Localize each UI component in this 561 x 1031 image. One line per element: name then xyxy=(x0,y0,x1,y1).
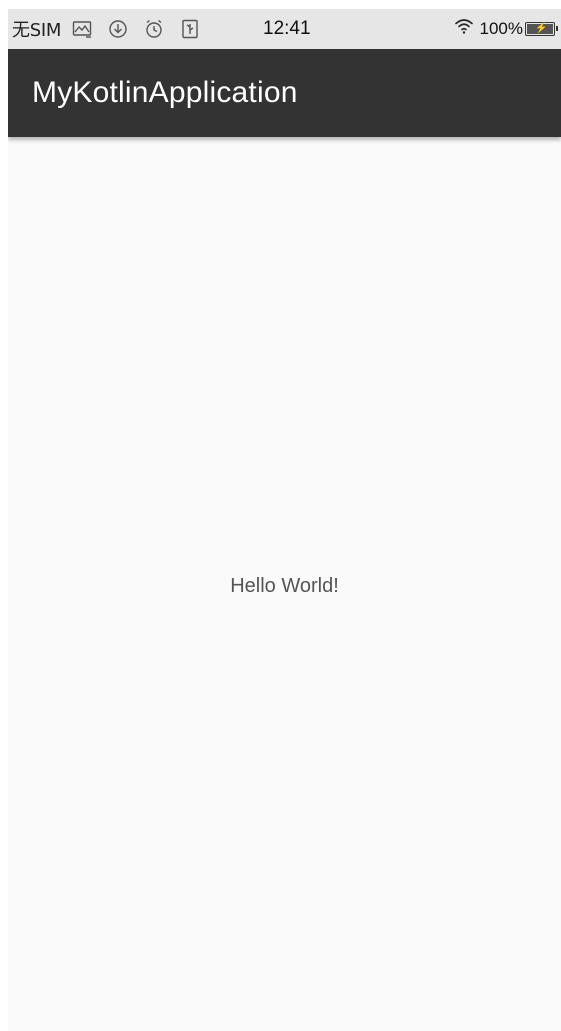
battery-percentage: 100% xyxy=(479,18,523,38)
usb-icon xyxy=(179,18,201,40)
carrier-label: 无SIM xyxy=(12,20,62,41)
hello-text: Hello World! xyxy=(230,575,339,597)
main-content: Hello World! xyxy=(8,137,561,1031)
alarm-icon xyxy=(143,18,165,40)
battery-icon: ⚡ xyxy=(525,21,558,36)
wifi-icon xyxy=(454,17,474,40)
app-title: MyKotlinApplication xyxy=(32,76,298,109)
app-bar: MyKotlinApplication xyxy=(8,49,561,137)
gallery-icon xyxy=(71,18,93,40)
status-right: 100% ⚡ xyxy=(454,17,558,40)
status-left: 无SIM xyxy=(8,16,215,42)
charging-bolt-icon: ⚡ xyxy=(535,22,548,34)
download-icon xyxy=(107,18,129,40)
status-bar: 无SIM 12:41 100% ⚡ xyxy=(8,9,561,49)
phone-screen: 无SIM 12:41 100% ⚡ MyKotlinApplication He… xyxy=(8,9,561,1031)
status-clock: 12:41 xyxy=(263,18,311,39)
